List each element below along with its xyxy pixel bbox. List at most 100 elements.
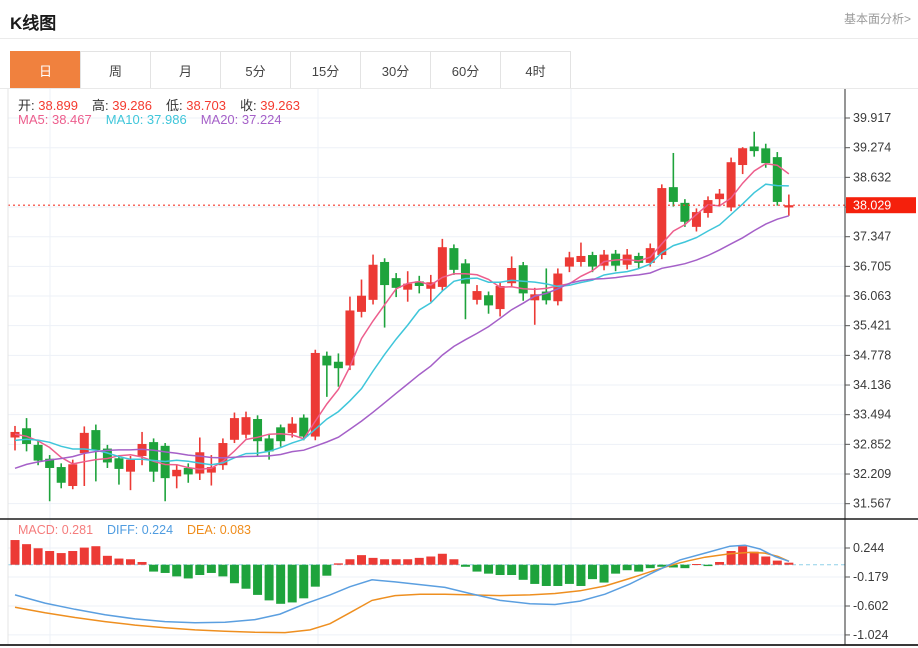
macd-bar[interactable] (195, 565, 204, 575)
macd-bar[interactable] (738, 546, 747, 565)
candle-body[interactable] (149, 442, 158, 472)
candle-body[interactable] (669, 187, 678, 202)
macd-bar[interactable] (680, 565, 689, 568)
macd-bar[interactable] (207, 565, 216, 573)
candle-body[interactable] (91, 430, 100, 450)
macd-bar[interactable] (299, 565, 308, 599)
macd-bar[interactable] (126, 559, 135, 564)
macd-bar[interactable] (773, 561, 782, 565)
macd-bar[interactable] (473, 565, 482, 572)
candle-body[interactable] (242, 417, 251, 435)
candle-body[interactable] (773, 157, 782, 202)
macd-bar[interactable] (22, 544, 31, 565)
candle-body[interactable] (484, 295, 493, 305)
candle-body[interactable] (334, 362, 343, 368)
macd-bar[interactable] (761, 557, 770, 565)
macd-bar[interactable] (415, 558, 424, 565)
candle-body[interactable] (126, 460, 135, 472)
macd-bar[interactable] (623, 565, 632, 570)
candle-body[interactable] (322, 356, 331, 366)
candle-body[interactable] (565, 257, 574, 266)
candle-body[interactable] (449, 248, 458, 270)
macd-bar[interactable] (230, 565, 239, 584)
candle-body[interactable] (750, 146, 759, 151)
macd-bar[interactable] (80, 548, 89, 565)
candle-body[interactable] (80, 433, 89, 453)
macd-bar[interactable] (114, 559, 123, 565)
macd-bar[interactable] (322, 565, 331, 576)
macd-bar[interactable] (288, 565, 297, 603)
macd-bar[interactable] (403, 559, 412, 564)
macd-bar[interactable] (253, 565, 262, 595)
macd-bar[interactable] (265, 565, 274, 601)
macd-bar[interactable] (91, 546, 100, 565)
candle-body[interactable] (114, 458, 123, 469)
macd-bar[interactable] (507, 565, 516, 575)
macd-bar[interactable] (103, 556, 112, 565)
macd-bar[interactable] (45, 551, 54, 565)
candle-body[interactable] (172, 470, 181, 476)
macd-bar[interactable] (392, 559, 401, 564)
candle-body[interactable] (576, 256, 585, 262)
candle-body[interactable] (311, 353, 320, 437)
macd-bar[interactable] (242, 565, 251, 589)
macd-bar[interactable] (357, 555, 366, 565)
macd-bar[interactable] (576, 565, 585, 586)
macd-bar[interactable] (172, 565, 181, 577)
candle-body[interactable] (369, 265, 378, 300)
macd-bar[interactable] (138, 562, 147, 565)
macd-bar[interactable] (542, 565, 551, 586)
macd-bar[interactable] (634, 565, 643, 572)
candle-body[interactable] (34, 445, 43, 461)
macd-bar[interactable] (149, 565, 158, 572)
macd-bar[interactable] (380, 559, 389, 564)
candle-body[interactable] (715, 194, 724, 200)
macd-bar[interactable] (34, 548, 43, 564)
macd-bar[interactable] (161, 565, 170, 573)
candle-body[interactable] (380, 262, 389, 285)
macd-bar[interactable] (334, 563, 343, 564)
macd-bar[interactable] (276, 565, 285, 604)
macd-bar[interactable] (530, 565, 539, 584)
macd-bar[interactable] (553, 565, 562, 586)
macd-bar[interactable] (438, 554, 447, 565)
candle-body[interactable] (265, 438, 274, 451)
candle-body[interactable] (288, 424, 297, 433)
candle-body[interactable] (68, 464, 77, 486)
macd-bar[interactable] (715, 562, 724, 565)
macd-bar[interactable] (692, 564, 701, 565)
macd-bar[interactable] (426, 557, 435, 565)
macd-bar[interactable] (57, 553, 66, 565)
candle-body[interactable] (357, 296, 366, 312)
candle-body[interactable] (184, 468, 193, 474)
candle-body[interactable] (761, 148, 770, 163)
macd-bar[interactable] (461, 565, 470, 567)
macd-bar[interactable] (565, 565, 574, 584)
macd-bar[interactable] (646, 565, 655, 568)
macd-bar[interactable] (588, 565, 597, 579)
macd-bar[interactable] (369, 558, 378, 565)
candle-body[interactable] (473, 291, 482, 300)
macd-bar[interactable] (784, 563, 793, 565)
candle-body[interactable] (230, 418, 239, 440)
candle-body[interactable] (738, 148, 747, 165)
macd-bar[interactable] (184, 565, 193, 579)
macd-bar[interactable] (496, 565, 505, 575)
candle-body[interactable] (57, 467, 66, 483)
macd-bar[interactable] (484, 565, 493, 574)
macd-bar[interactable] (11, 540, 20, 565)
macd-bar[interactable] (600, 565, 609, 583)
macd-bar[interactable] (311, 565, 320, 587)
macd-bar[interactable] (611, 565, 620, 574)
candle-body[interactable] (392, 278, 401, 288)
macd-bar[interactable] (68, 551, 77, 565)
macd-bar[interactable] (519, 565, 528, 580)
candle-body[interactable] (588, 255, 597, 267)
candle-body[interactable] (438, 247, 447, 287)
macd-bar[interactable] (704, 565, 713, 566)
candle-body[interactable] (496, 286, 505, 309)
macd-bar[interactable] (449, 559, 458, 564)
macd-bar[interactable] (345, 559, 354, 564)
macd-bar[interactable] (750, 552, 759, 565)
macd-bar[interactable] (218, 565, 227, 577)
